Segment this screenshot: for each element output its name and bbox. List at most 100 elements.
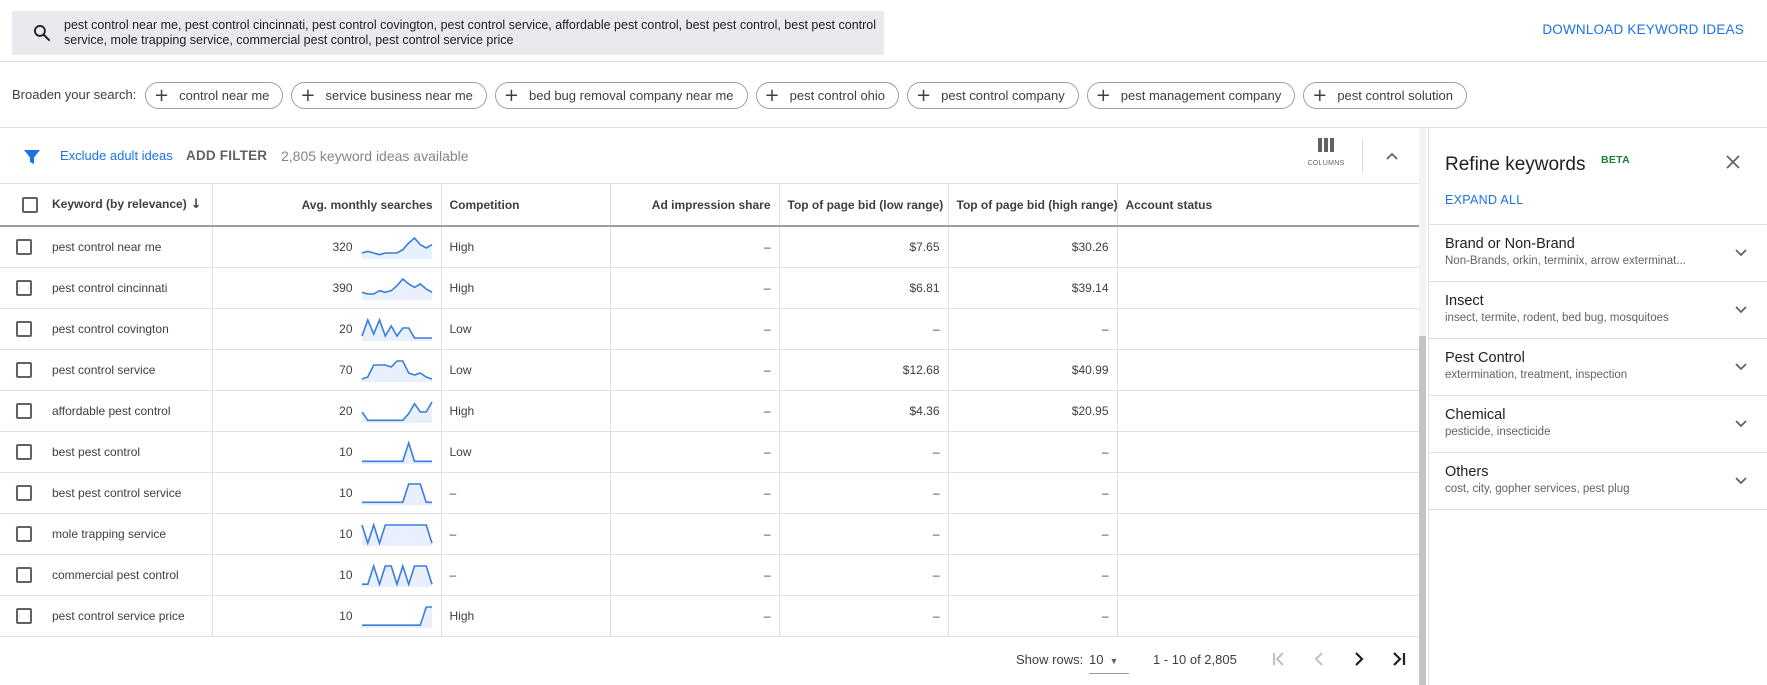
impression-share-cell: – — [610, 513, 780, 555]
sort-arrow-icon[interactable]: ↓ — [191, 197, 202, 212]
broaden-chips: + control near me + service business near … — [145, 82, 1467, 109]
chevron-down-icon[interactable] — [1733, 245, 1749, 261]
column-header-keyword[interactable]: Keyword (by relevance) ↓ — [44, 184, 213, 227]
chip-label: pest control solution — [1337, 88, 1453, 103]
broaden-chip[interactable]: + pest management company — [1086, 82, 1296, 109]
account-status-cell — [1117, 267, 1420, 309]
account-status-cell — [1117, 431, 1420, 473]
column-header-impression-share[interactable]: Ad impression share — [610, 184, 780, 227]
row-checkbox[interactable] — [16, 443, 32, 460]
account-status-cell — [1117, 390, 1420, 432]
bid-low-cell: $7.65 — [779, 226, 949, 268]
beta-badge: BETA — [1601, 154, 1631, 166]
columns-button[interactable]: COLUMNS — [1305, 138, 1347, 167]
select-all-cell — [0, 184, 44, 227]
keyword-cell: pest control near me — [44, 226, 213, 268]
first-page-icon[interactable] — [1268, 648, 1290, 670]
table-row[interactable]: pest control service price 10 High – – – — [0, 595, 1420, 637]
download-keyword-ideas-button[interactable]: DOWNLOAD KEYWORD IDEAS — [1542, 22, 1744, 37]
column-header-account-status[interactable]: Account status — [1117, 184, 1420, 227]
bid-high-cell: $30.26 — [948, 226, 1118, 268]
next-page-icon[interactable] — [1348, 648, 1370, 670]
column-header-bid-low[interactable]: Top of page bid (low range) — [779, 184, 949, 227]
impression-share-cell: – — [610, 554, 780, 596]
searches-cell: 70 — [212, 349, 442, 391]
last-page-icon[interactable] — [1388, 648, 1410, 670]
column-header-searches[interactable]: Avg. monthly searches — [212, 184, 442, 227]
searches-value: 20 — [339, 403, 353, 418]
row-checkbox[interactable] — [16, 525, 32, 542]
chevron-down-icon[interactable] — [1733, 473, 1749, 489]
row-checkbox[interactable] — [16, 279, 32, 296]
impression-share-cell: – — [610, 267, 780, 309]
row-select-cell — [0, 390, 44, 432]
searches-value: 390 — [332, 280, 353, 295]
table-row[interactable]: best pest control 10 Low – – – — [0, 431, 1420, 473]
impression-share-cell: – — [610, 472, 780, 514]
row-checkbox[interactable] — [16, 566, 32, 583]
table-row[interactable]: pest control near me 320 High – $7.65 $30.26 — [0, 226, 1420, 268]
broaden-chip[interactable]: + pest control company — [907, 82, 1079, 109]
competition-cell: High — [441, 595, 611, 637]
table-row[interactable]: pest control service 70 Low – $12.68 $40.99 — [0, 349, 1420, 391]
account-status-cell — [1117, 349, 1420, 391]
keyword-search-box[interactable]: pest control near me, pest control cinci… — [12, 11, 884, 55]
chip-label: bed bug removal company near me — [529, 88, 734, 103]
show-rows-label: Show rows: — [1016, 652, 1084, 667]
refine-group-insect[interactable]: Insect insect, termite, rodent, bed bug,… — [1429, 282, 1767, 339]
bid-low-cell: – — [779, 513, 949, 555]
close-icon[interactable] — [1725, 154, 1741, 170]
bid-low-cell: – — [779, 472, 949, 514]
search-query-text[interactable]: pest control near me, pest control cinci… — [64, 18, 884, 48]
trend-sparkline — [360, 521, 433, 546]
table-row[interactable]: affordable pest control 20 High – $4.36 $20.9… — [0, 390, 1420, 432]
competition-cell: High — [441, 226, 611, 268]
table-row[interactable]: commercial pest control 10– – – – — [0, 554, 1420, 596]
previous-page-icon[interactable] — [1308, 648, 1330, 670]
filter-icon[interactable] — [23, 148, 41, 166]
select-all-checkbox[interactable] — [22, 196, 38, 213]
keyword-ideas-table-area: Exclude adult ideas ADD FILTER 2,805 key… — [0, 128, 1420, 685]
broaden-chip[interactable]: + pest control solution — [1303, 82, 1467, 109]
row-checkbox[interactable] — [16, 607, 32, 624]
broaden-chip[interactable]: + service business near me — [291, 82, 487, 109]
table-row[interactable]: pest control cincinnati 390 High – $6.81 $39.… — [0, 267, 1420, 309]
expand-all-button[interactable]: EXPAND ALL — [1445, 193, 1524, 207]
trend-sparkline — [361, 359, 432, 382]
bid-low-cell: $6.81 — [779, 267, 949, 309]
rows-per-page-select[interactable]: 10 ▼ — [1089, 652, 1129, 674]
table-row[interactable]: mole trapping service 10– – – – — [0, 513, 1420, 555]
broaden-chip[interactable]: + pest control ohio — [755, 82, 900, 109]
group-name: Insect — [1445, 293, 1484, 309]
refine-group-chemical[interactable]: Chemical pesticide, insecticide — [1429, 396, 1767, 453]
column-header-competition[interactable]: Competition — [441, 184, 611, 227]
row-checkbox[interactable] — [16, 320, 32, 337]
broaden-chip[interactable]: + control near me — [145, 82, 284, 109]
chevron-down-icon[interactable] — [1733, 416, 1749, 432]
chevron-down-icon[interactable] — [1733, 359, 1749, 375]
refine-group-others[interactable]: Others cost, city, gopher services, pest… — [1429, 453, 1767, 510]
row-select-cell — [0, 513, 44, 555]
row-checkbox[interactable] — [16, 361, 32, 378]
row-checkbox[interactable] — [16, 238, 32, 255]
plus-icon: + — [1312, 84, 1328, 106]
group-summary: pesticide, insecticide — [1445, 426, 1551, 438]
competition-cell: – — [441, 554, 611, 596]
chevron-down-icon[interactable] — [1733, 302, 1749, 318]
refine-group-brand[interactable]: Brand or Non-Brand Non-Brands, orkin, te… — [1429, 225, 1767, 282]
add-filter-button[interactable]: ADD FILTER — [186, 148, 267, 163]
account-status-cell — [1117, 472, 1420, 514]
column-header-bid-high[interactable]: Top of page bid (high range) — [948, 184, 1118, 227]
row-checkbox[interactable] — [16, 484, 32, 501]
keyword-cell: best pest control — [44, 431, 213, 473]
chevron-up-icon[interactable] — [1384, 148, 1400, 164]
rows-per-page-value: 10 — [1089, 652, 1104, 667]
table-row[interactable]: pest control covington 20 Low – – – — [0, 308, 1420, 350]
row-checkbox[interactable] — [16, 402, 32, 419]
searches-value: 10 — [339, 608, 353, 623]
broaden-chip[interactable]: + bed bug removal company near me — [494, 82, 748, 109]
refine-group-pest-control[interactable]: Pest Control extermination, treatment, i… — [1429, 339, 1767, 396]
table-scrollbar-thumb[interactable] — [1419, 336, 1426, 685]
exclude-adult-ideas-filter[interactable]: Exclude adult ideas — [60, 148, 173, 163]
table-row[interactable]: best pest control service 10– – – – — [0, 472, 1420, 514]
